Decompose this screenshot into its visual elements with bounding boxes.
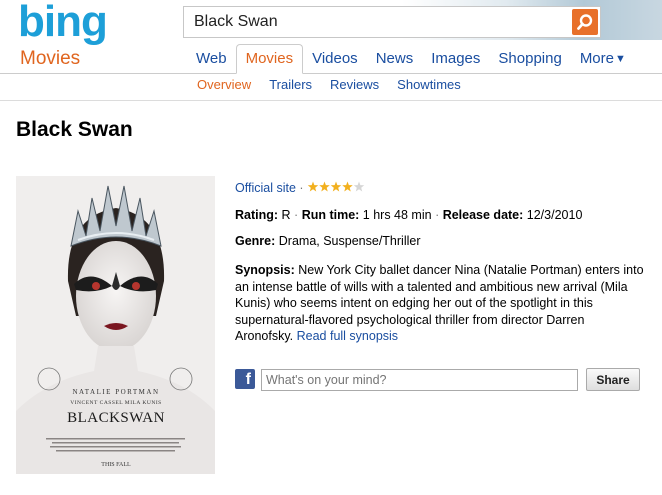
- details-row: Rating: R · Run time: 1 hrs 48 min · Rel…: [235, 207, 582, 223]
- tab-more[interactable]: More ▼: [571, 44, 635, 74]
- vertical-title: Movies: [20, 48, 81, 69]
- sub-tabs: Overview Trailers Reviews Showtimes: [188, 77, 470, 92]
- genre-row: Genre: Drama, Suspense/Thriller: [235, 233, 420, 249]
- separator-dot: ·: [299, 181, 308, 195]
- separator-dot: ·: [435, 208, 443, 222]
- poster-credits-1: NATALIE PORTMAN: [72, 388, 159, 396]
- header: bing Movies Web Movies Videos News Image…: [0, 0, 662, 101]
- rating-stars: [307, 181, 365, 197]
- status-input[interactable]: [261, 369, 578, 391]
- genre-value: Drama, Suspense/Thriller: [278, 234, 421, 248]
- tab-videos[interactable]: Videos: [303, 44, 367, 74]
- tab-images[interactable]: Images: [422, 44, 489, 74]
- page-title: Black Swan: [16, 118, 133, 141]
- star-empty-icon: [353, 181, 365, 192]
- bing-logo[interactable]: bing: [18, 0, 133, 46]
- share-button[interactable]: Share: [586, 368, 640, 391]
- poster-title: BLACKSWAN: [67, 410, 165, 426]
- header-divider: [0, 100, 662, 101]
- bing-logo-text: bing: [18, 0, 107, 46]
- star-filled-icon: [307, 181, 319, 192]
- star-filled-icon: [319, 181, 330, 192]
- tab-more-label: More: [579, 50, 614, 67]
- subtab-showtimes[interactable]: Showtimes: [388, 77, 470, 92]
- subtab-trailers[interactable]: Trailers: [260, 77, 321, 92]
- subtab-overview[interactable]: Overview: [188, 77, 260, 92]
- rating-label: Rating:: [235, 208, 282, 222]
- official-site-row: Official site ·: [235, 180, 365, 197]
- release-date-label: Release date:: [442, 208, 527, 222]
- tab-news[interactable]: News: [367, 44, 423, 74]
- facebook-icon: f: [235, 369, 255, 389]
- dropdown-arrow-icon: ▼: [615, 53, 626, 65]
- runtime-label: Run time:: [301, 208, 363, 222]
- synopsis: Synopsis: New York City ballet dancer Ni…: [235, 262, 645, 345]
- search-icon: [577, 14, 593, 30]
- tab-web[interactable]: Web: [187, 44, 236, 74]
- poster-footer: THIS FALL: [101, 462, 131, 468]
- search-box: [183, 6, 601, 38]
- search-button[interactable]: [572, 9, 598, 35]
- tab-movies[interactable]: Movies: [235, 44, 304, 74]
- star-filled-icon: [342, 181, 353, 192]
- poster-credits-2: VINCENT CASSEL MILA KUNIS: [70, 400, 162, 406]
- tab-shopping[interactable]: Shopping: [489, 44, 570, 74]
- share-area: f Share: [235, 368, 640, 392]
- runtime-value: 1 hrs 48 min: [362, 208, 432, 222]
- movie-poster[interactable]: NATALIE PORTMAN VINCENT CASSEL MILA KUNI…: [16, 176, 215, 474]
- genre-label: Genre:: [235, 234, 279, 248]
- separator-dot: ·: [294, 208, 302, 222]
- read-full-synopsis-link[interactable]: Read full synopsis: [297, 329, 398, 343]
- star-filled-icon: [330, 181, 342, 192]
- main-tabs: Web Movies Videos News Images Shopping M…: [187, 44, 635, 74]
- release-date-value: 12/3/2010: [526, 208, 583, 222]
- official-site-link[interactable]: Official site: [235, 181, 296, 195]
- search-input[interactable]: [184, 7, 569, 37]
- synopsis-label: Synopsis:: [235, 263, 299, 277]
- subtab-reviews[interactable]: Reviews: [321, 77, 388, 92]
- rating-value: R: [281, 208, 291, 222]
